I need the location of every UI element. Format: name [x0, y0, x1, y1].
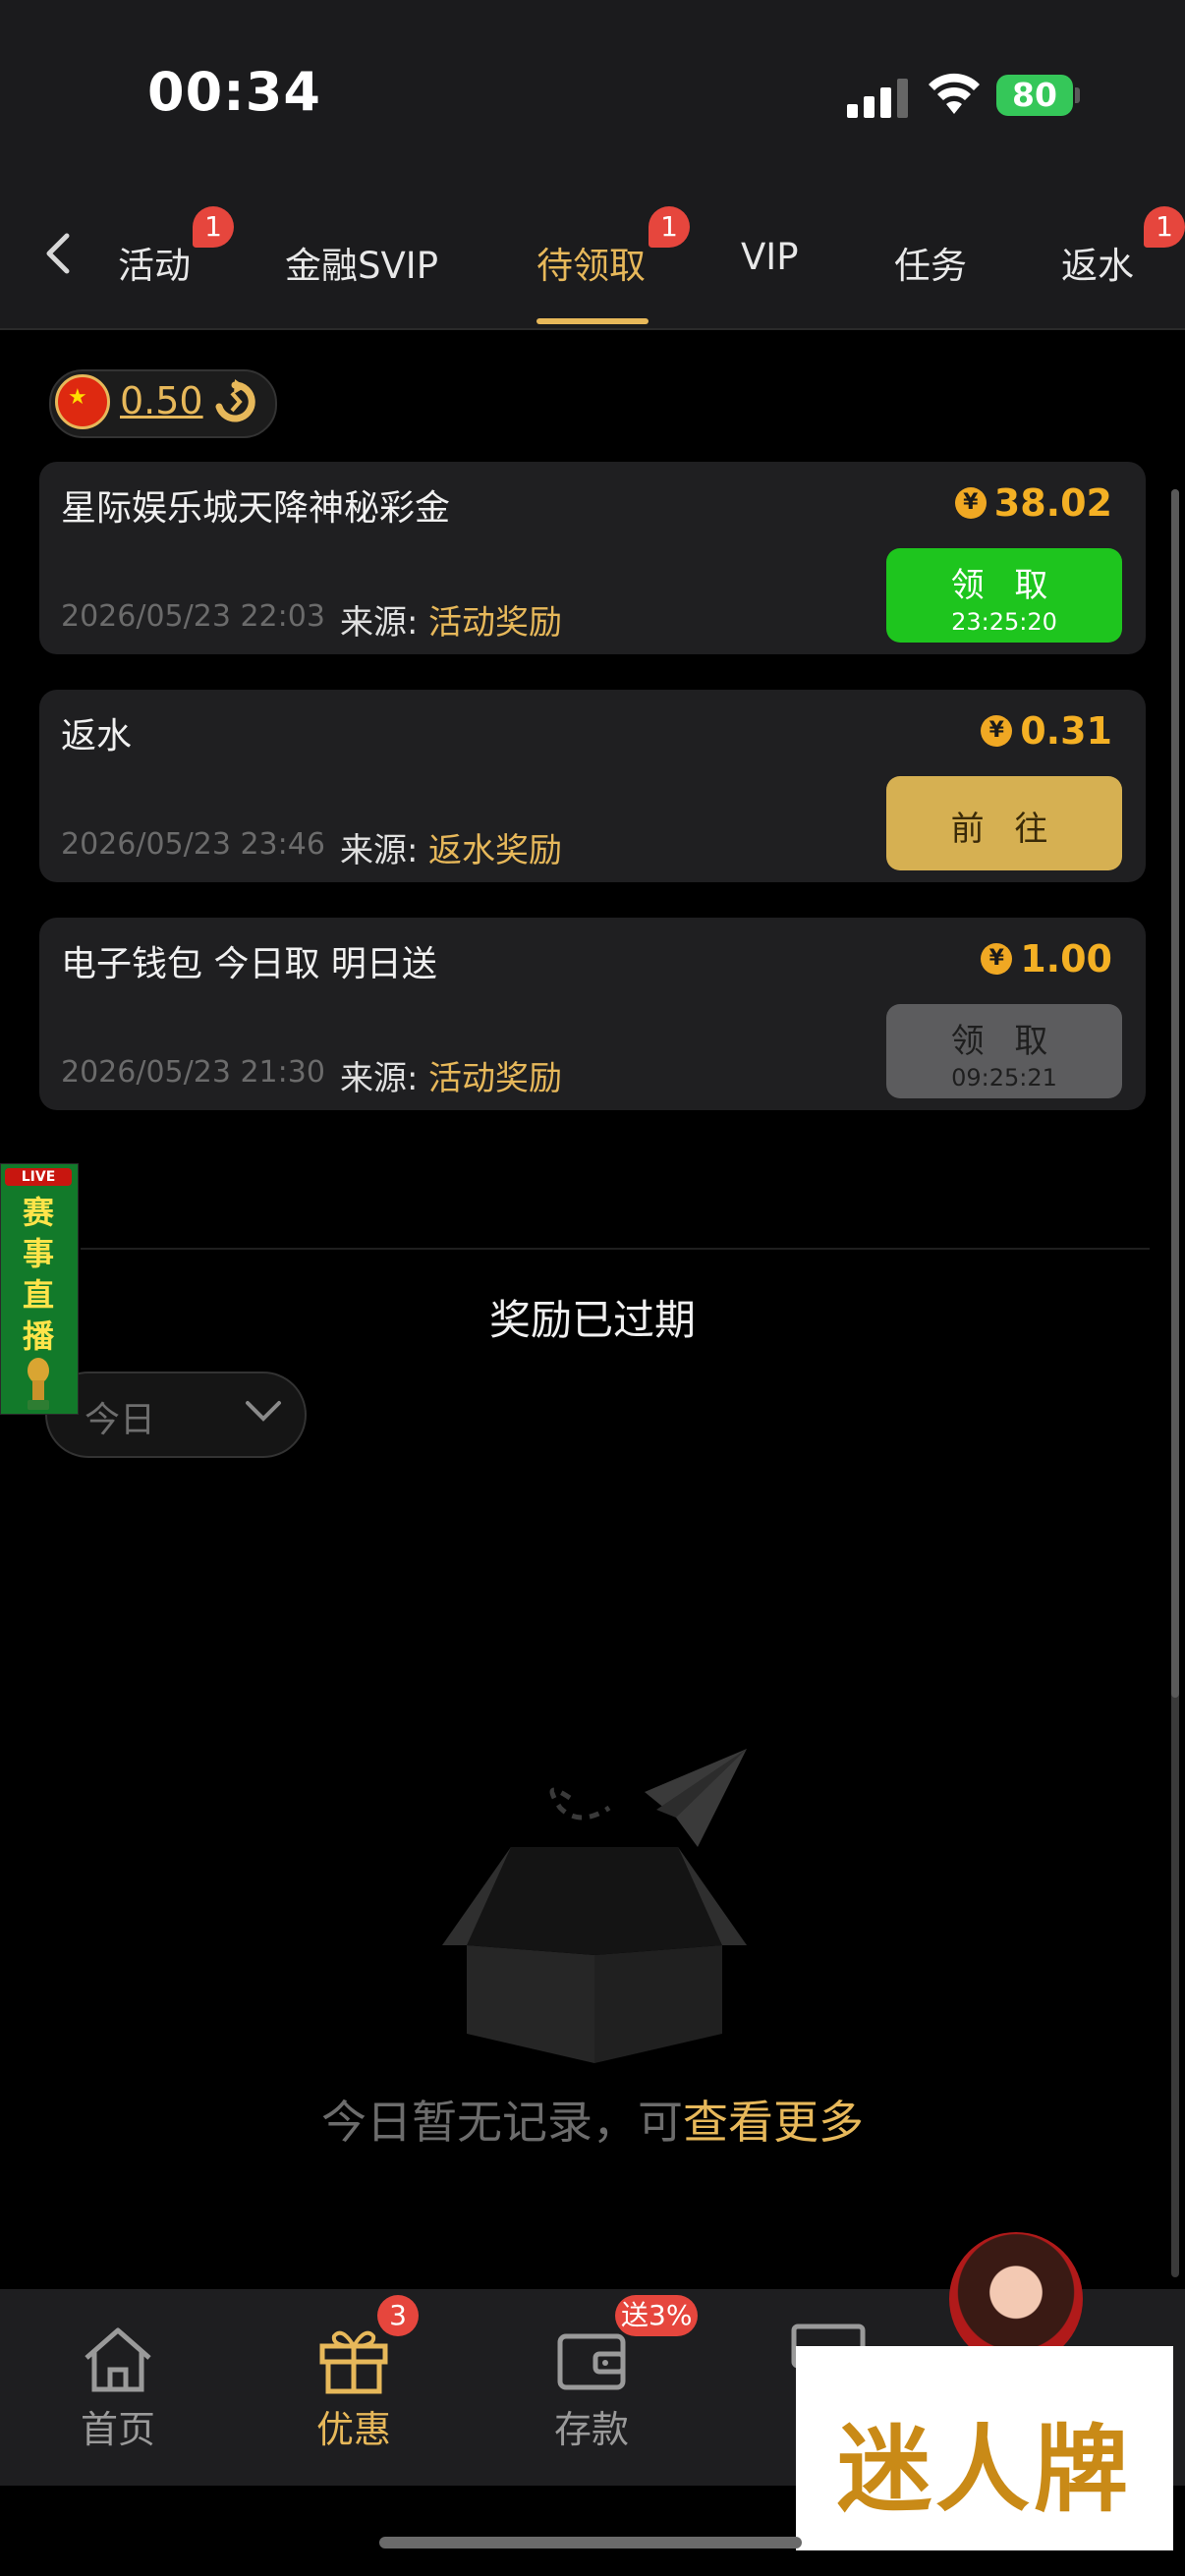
- tab-pending-claim[interactable]: 待领取: [536, 236, 646, 289]
- home-indicator: [379, 2537, 802, 2548]
- nav-home-label[interactable]: 首页: [39, 2399, 197, 2453]
- reward-amount-value: 0.31: [1020, 709, 1112, 753]
- refresh-icon[interactable]: [212, 379, 257, 424]
- reward-amount-value: 38.02: [993, 481, 1112, 525]
- battery-indicator: 80: [996, 75, 1073, 116]
- reward-title: 电子钱包 今日取 明日送: [61, 944, 437, 984]
- claim-countdown: 23:25:20: [951, 608, 1057, 636]
- nav-deposit-label[interactable]: 存款: [513, 2399, 670, 2453]
- reward-source: 返水奖励: [428, 831, 562, 870]
- tab-rebate-badge: 1: [1144, 206, 1185, 248]
- nav-promotions-badge: 3: [377, 2295, 419, 2336]
- china-flag-icon: ★: [55, 374, 110, 429]
- active-tab-indicator: [536, 318, 649, 324]
- empty-state-message: 今日暂无记录，可查看更多: [0, 2087, 1185, 2152]
- yen-coin-icon: ¥: [954, 487, 987, 519]
- balance-amount[interactable]: 0.50: [120, 379, 203, 422]
- tab-rebate[interactable]: 返水: [1061, 236, 1134, 289]
- reward-source-label: 来源:: [340, 831, 419, 870]
- reward-amount: ¥ 1.00: [981, 937, 1112, 980]
- go-button-label: 前 往: [950, 810, 1058, 849]
- wallet-icon[interactable]: [552, 2323, 631, 2395]
- tab-activity-badge: 1: [193, 206, 234, 248]
- tab-tasks[interactable]: 任务: [894, 236, 967, 289]
- tab-vip[interactable]: VIP: [741, 236, 799, 278]
- section-divider: [81, 1248, 1150, 1250]
- reward-amount-value: 1.00: [1020, 937, 1112, 980]
- battery-cap: [1075, 87, 1080, 103]
- nav-promotions-label[interactable]: 优惠: [275, 2399, 432, 2453]
- cellular-signal-icon: [847, 77, 908, 118]
- empty-state-text: 今日暂无记录，可: [321, 2096, 683, 2149]
- trophy-icon: [28, 1358, 49, 1410]
- brand-logo-text: 迷人牌: [837, 2415, 1132, 2525]
- claim-button-disabled[interactable]: 领 取 09:25:21: [886, 1004, 1122, 1098]
- yen-coin-icon: ¥: [981, 943, 1013, 975]
- reward-source-label: 来源:: [340, 1059, 419, 1098]
- expired-section-title: 奖励已过期: [488, 1296, 696, 1344]
- reward-source: 活动奖励: [428, 1059, 562, 1098]
- claim-button[interactable]: 领 取 23:25:20: [886, 548, 1122, 643]
- reward-date: 2026/05/23 22:03: [61, 599, 325, 634]
- home-icon[interactable]: [79, 2323, 157, 2395]
- view-more-link[interactable]: 查看更多: [683, 2096, 864, 2149]
- yen-coin-icon: ¥: [981, 715, 1013, 747]
- reward-amount: ¥ 38.02: [954, 481, 1112, 525]
- live-stream-banner[interactable]: LIVE 赛事直播: [0, 1163, 79, 1415]
- nav-deposit-badge: 送3%: [615, 2295, 699, 2336]
- scrollbar-thumb[interactable]: [1171, 489, 1179, 1698]
- reward-date: 2026/05/23 23:46: [61, 827, 325, 862]
- reward-title: 返水: [61, 716, 133, 756]
- chevron-down-icon: [246, 1401, 281, 1422]
- live-banner-text: 赛事直播: [22, 1194, 54, 1355]
- tab-activity[interactable]: 活动: [118, 236, 191, 289]
- empty-box-icon: [442, 1749, 747, 2063]
- reward-card: 星际娱乐城天降神秘彩金 ¥ 38.02 2026/05/23 22:03 来源:…: [39, 462, 1146, 654]
- reward-card: 返水 ¥ 0.31 2026/05/23 23:46 来源: 返水奖励 前 往: [39, 690, 1146, 882]
- date-filter-value: 今日: [85, 1400, 156, 1440]
- live-tag: LIVE: [5, 1168, 72, 1186]
- reward-source-label: 来源:: [340, 603, 419, 643]
- go-button[interactable]: 前 往: [886, 776, 1122, 870]
- reward-title: 星际娱乐城天降神秘彩金: [61, 488, 451, 529]
- tab-pending-claim-badge: 1: [649, 206, 690, 248]
- claim-countdown: 09:25:21: [951, 1064, 1057, 1092]
- status-time: 00:34: [147, 61, 321, 123]
- gift-icon[interactable]: [314, 2323, 393, 2395]
- reward-amount: ¥ 0.31: [981, 709, 1112, 753]
- wifi-icon: [929, 73, 980, 114]
- claim-button-label: 领 取: [950, 1022, 1058, 1061]
- claim-button-label: 领 取: [950, 566, 1058, 605]
- reward-card: 电子钱包 今日取 明日送 ¥ 1.00 2026/05/23 21:30 来源:…: [39, 918, 1146, 1110]
- tab-finance-svip[interactable]: 金融SVIP: [285, 236, 438, 289]
- reward-date: 2026/05/23 21:30: [61, 1055, 325, 1090]
- reward-source: 活动奖励: [428, 603, 562, 643]
- back-chevron-icon[interactable]: [39, 232, 79, 275]
